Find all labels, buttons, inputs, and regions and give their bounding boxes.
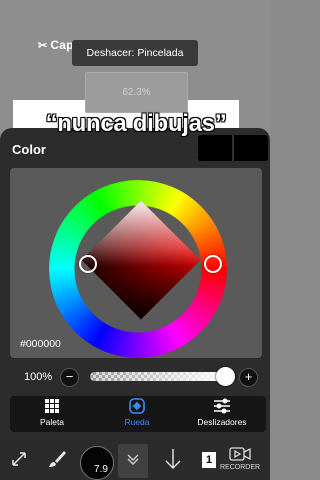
current-color-swatch[interactable] <box>198 135 232 161</box>
brush-size-button[interactable]: 7.9 <box>80 446 114 480</box>
video-caption: “nunca dibujas” <box>45 110 227 137</box>
opacity-increase-button[interactable]: + <box>239 368 258 387</box>
undo-toast: Deshacer: Pincelada <box>72 40 198 66</box>
screen-recorder-badge: RECORDER <box>220 446 260 471</box>
transform-tool[interactable] <box>4 446 34 476</box>
panel-title: Color <box>12 142 46 157</box>
transform-icon <box>9 449 29 474</box>
opacity-readout: 62.3% <box>85 72 188 113</box>
opacity-slider-thumb[interactable] <box>216 367 235 386</box>
arrow-down-icon <box>164 448 182 475</box>
tab-sliders-label: Deslizadores <box>197 417 247 427</box>
tab-wheel[interactable]: Rueda <box>102 398 172 432</box>
chevron-double-down-icon <box>125 451 141 472</box>
hue-handle[interactable] <box>204 255 222 273</box>
opacity-label: 100% <box>24 371 53 383</box>
previous-color-swatch[interactable] <box>233 135 268 161</box>
capcut-logo-icon: ✂ <box>38 39 48 52</box>
tab-palette-label: Paleta <box>39 417 65 427</box>
recorder-label: RECORDER <box>220 464 261 471</box>
brush-icon <box>47 449 67 474</box>
collapse-panel-button[interactable] <box>118 444 148 478</box>
opacity-decrease-button[interactable]: − <box>60 368 79 387</box>
move-down-button[interactable] <box>158 446 188 476</box>
tab-sliders[interactable]: Deslizadores <box>187 398 257 432</box>
color-picker-handle[interactable] <box>79 255 97 273</box>
layers-button[interactable]: 1 <box>202 452 216 468</box>
hex-value[interactable]: #000000 <box>20 338 61 350</box>
diamond-icon <box>128 398 146 414</box>
tab-wheel-label: Rueda <box>124 417 150 427</box>
sliders-icon <box>213 398 231 414</box>
tab-palette[interactable]: Paleta <box>17 398 87 432</box>
opacity-slider[interactable] <box>90 372 228 381</box>
brush-size-value: 7.9 <box>94 464 108 475</box>
brush-tool[interactable] <box>42 446 72 476</box>
layer-count: 1 <box>205 454 213 466</box>
grid-icon <box>43 398 61 414</box>
camera-icon <box>229 446 251 464</box>
